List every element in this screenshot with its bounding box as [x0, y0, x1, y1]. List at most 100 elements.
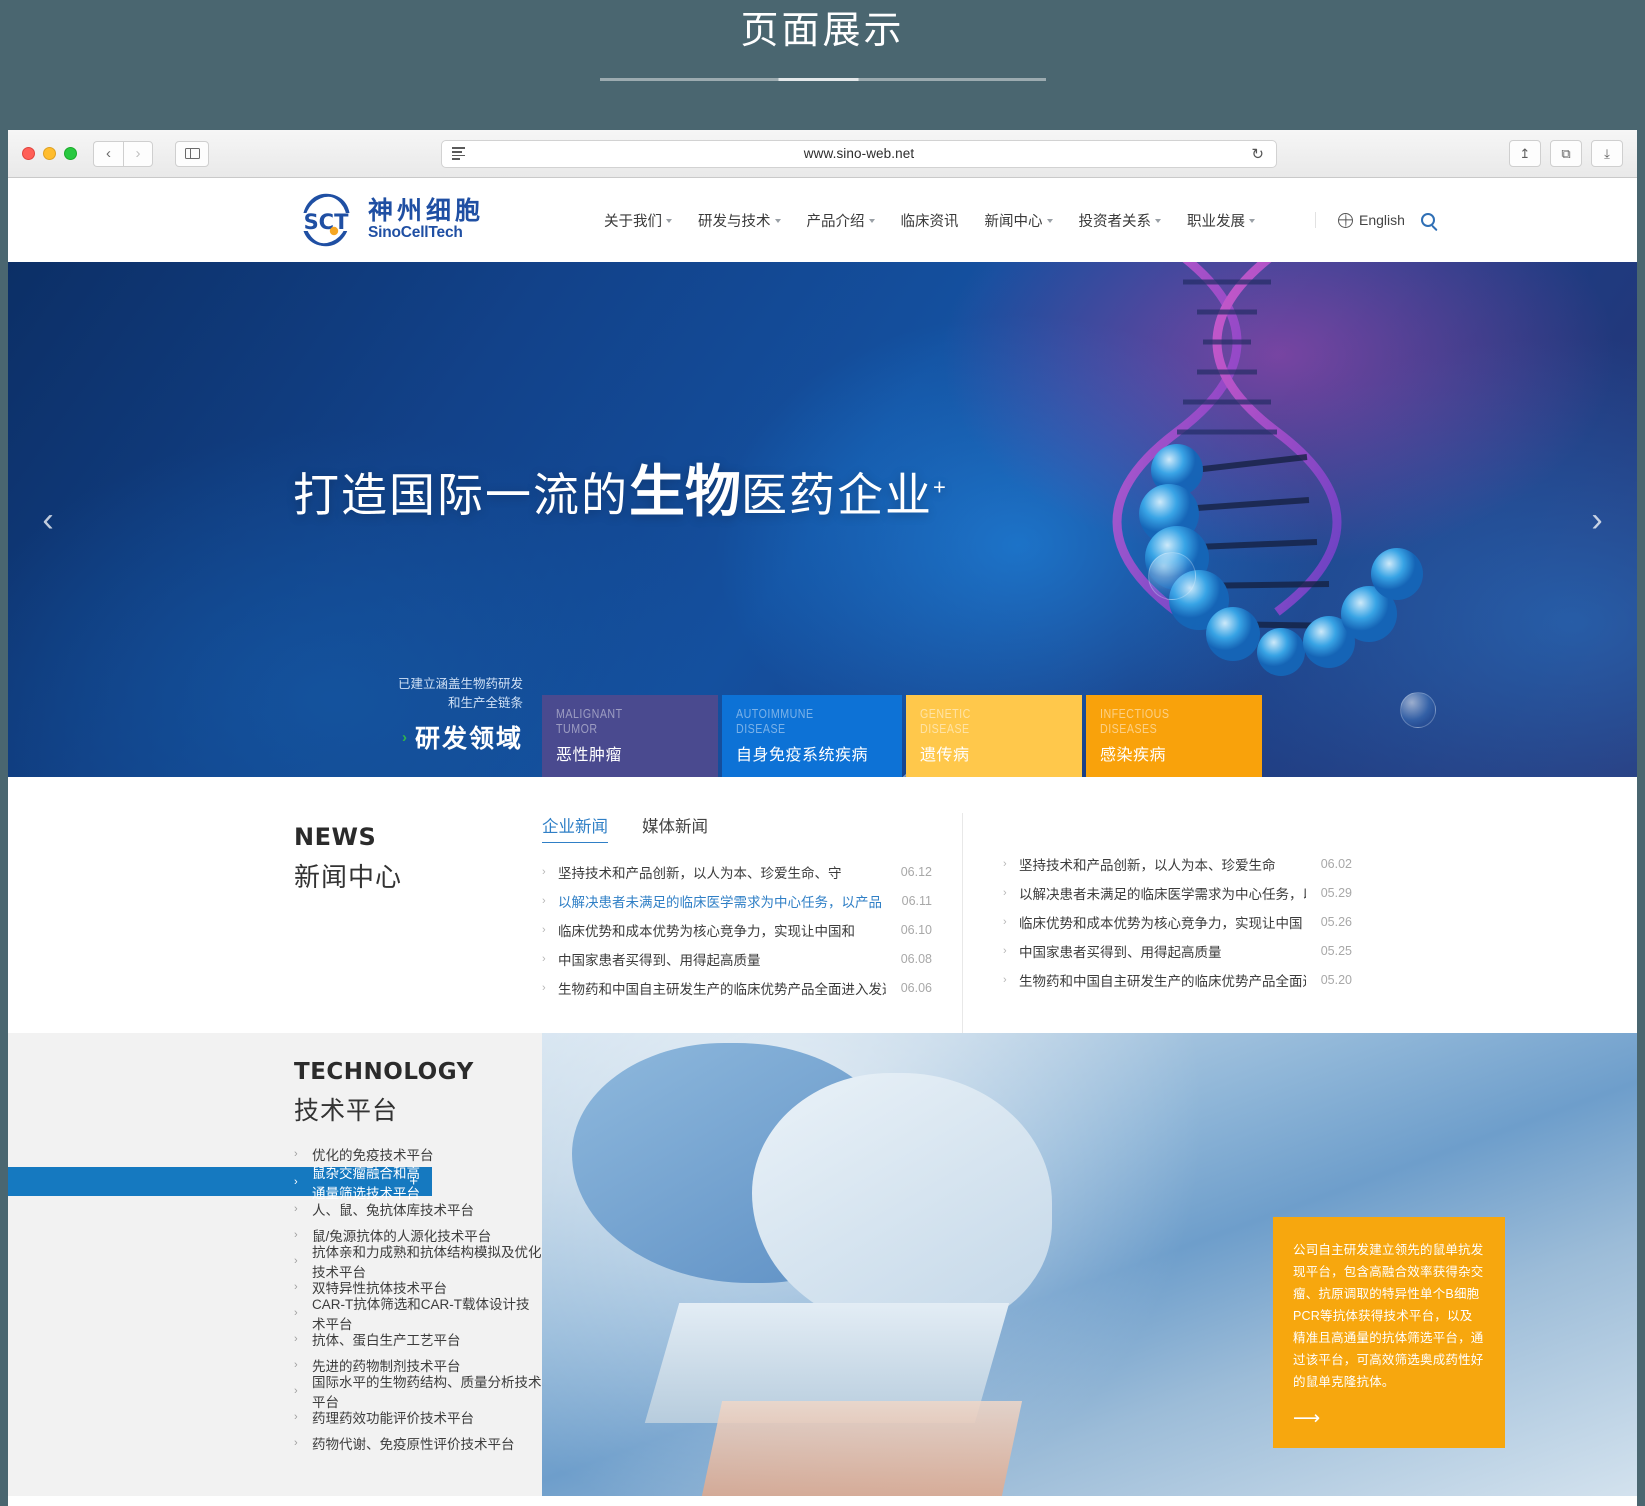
downloads-button[interactable]: ⤓ [1591, 140, 1623, 167]
technology-platform-list: › 优化的免疫技术平台 › 鼠杂交瘤融合和高通量筛选技术平台 + › 人、鼠、兔… [8, 1141, 542, 1456]
news-item-date: 06.10 [900, 922, 932, 937]
chevron-right-icon: › [294, 1281, 298, 1293]
hero-headline-strong: 生物 [629, 460, 741, 525]
tile-cn-label: 自身免疫系统疾病 [736, 747, 869, 764]
news-item-date: 05.25 [1320, 943, 1352, 958]
technology-callout-text: 公司自主研发建立领先的鼠单抗发现平台，包含高融合效率获得杂交瘤、抗原调取的特异性… [1293, 1243, 1484, 1389]
hero-prev-arrow[interactable]: ‹ [28, 503, 68, 537]
address-bar[interactable]: www.sino-web.net ↻ [441, 139, 1277, 168]
tile-en-line2: DISEASE [736, 721, 786, 736]
chevron-right-icon: › [1003, 857, 1007, 870]
reload-icon[interactable]: ↻ [1251, 145, 1264, 163]
chevron-down-icon [666, 219, 673, 223]
tab-media-news[interactable]: 媒体新闻 [642, 813, 708, 843]
tile-malignant-tumor[interactable]: MALIGNANT TUMOR 恶性肿瘤 [542, 695, 718, 777]
hero-next-arrow[interactable]: › [1577, 503, 1617, 537]
maximize-window-button[interactable] [64, 147, 77, 160]
main-navigation: 关于我们 研发与技术 产品介绍 临床资讯 新闻中心 投资者关系 职业发展 Eng… [604, 210, 1435, 231]
news-item[interactable]: › 坚持技术和产品创新，以人为本、珍爱生命、守 06.12 [542, 857, 932, 886]
tab-overview-button[interactable]: ⧉ [1550, 140, 1582, 167]
sidebar-toggle-button[interactable] [175, 140, 209, 167]
plus-icon[interactable]: + [409, 1173, 418, 1190]
news-item-title: 以解决患者未满足的临床医学需求为中心任务，以产 [1019, 886, 1306, 902]
technology-item-label: 药物代谢、免疫原性评价技术平台 [312, 1437, 515, 1452]
news-item[interactable]: › 以解决患者未满足的临床医学需求为中心任务，以产 05.29 [1003, 878, 1352, 907]
news-item-title: 生物药和中国自主研发生产的临床优势产品全面进入发 [1019, 973, 1306, 989]
chevron-right-icon: › [294, 1229, 298, 1241]
technology-callout: 公司自主研发建立领先的鼠单抗发现平台，包含高融合效率获得杂交瘤、抗原调取的特异性… [1273, 1217, 1505, 1448]
nav-label: 关于我们 [604, 213, 663, 230]
news-section: NEWS 新闻中心 企业新闻 媒体新闻 › 坚持技术和产品创新，以人为本、珍爱生… [8, 777, 1637, 1033]
news-item-title: 临床优势和成本优势为核心竞争力，实现让中国 [1019, 915, 1303, 931]
rd-field-link[interactable]: › 研发领域 [293, 719, 523, 755]
tile-cn-label: 遗传病 [920, 747, 970, 764]
technology-list-item[interactable]: › CAR-T抗体筛选和CAR-T载体设计技术平台 [284, 1297, 542, 1332]
news-item[interactable]: › 中国家患者买得到、用得起高质量 06.08 [542, 944, 932, 973]
tile-cn-label: 感染疾病 [1100, 747, 1167, 764]
reader-view-icon[interactable] [452, 147, 465, 160]
nav-item-about[interactable]: 关于我们 [604, 210, 673, 231]
language-switcher[interactable]: English [1338, 212, 1405, 228]
news-item-title: 坚持技术和产品创新，以人为本、珍爱生命 [1019, 857, 1276, 873]
chevron-down-icon [868, 219, 875, 223]
hero-headline-sup: + [933, 474, 948, 500]
arrow-right-icon[interactable]: ⟶ [1293, 1407, 1485, 1430]
technology-list-item[interactable]: › 抗体、蛋白生产工艺平台 [284, 1326, 542, 1352]
news-item[interactable]: › 生物药和中国自主研发生产的临床优势产品全面进入发达国 06.06 [542, 973, 932, 1002]
news-tabs: 企业新闻 媒体新闻 [542, 813, 932, 843]
minimize-window-button[interactable] [43, 147, 56, 160]
search-icon[interactable] [1420, 213, 1435, 227]
browser-toolbar: ‹ › www.sino-web.net ↻ ↥ ⧉ ⤓ [8, 130, 1637, 178]
back-button[interactable]: ‹ [93, 140, 123, 167]
tab-corporate-news[interactable]: 企业新闻 [542, 813, 608, 843]
technology-list-item[interactable]: › 药物代谢、免疫原性评价技术平台 [284, 1430, 542, 1456]
news-item[interactable]: › 生物药和中国自主研发生产的临床优势产品全面进入发 05.20 [1003, 965, 1352, 994]
technology-list-item[interactable]: › 药理药效功能评价技术平台 [284, 1404, 542, 1430]
technology-list-item-active[interactable]: › 鼠杂交瘤融合和高通量筛选技术平台 + [8, 1166, 432, 1201]
news-columns: 企业新闻 媒体新闻 › 坚持技术和产品创新，以人为本、珍爱生命、守 06.12 … [542, 813, 1637, 1033]
news-item[interactable]: › 中国家患者买得到、用得起高质量 05.25 [1003, 936, 1352, 965]
site-logo[interactable]: SCT 神州细胞 SinoCellTech [294, 193, 484, 247]
nav-label: 产品介绍 [806, 213, 865, 230]
nav-label: 投资者关系 [1078, 213, 1152, 230]
news-item[interactable]: › 临床优势和成本优势为核心竞争力，实现让中国和 06.10 [542, 915, 932, 944]
nav-item-news-center[interactable]: 新闻中心 [985, 210, 1053, 231]
toolbar-right-buttons: ↥ ⧉ ⤓ [1509, 140, 1623, 167]
technology-item-label: 抗体、蛋白生产工艺平台 [312, 1333, 461, 1348]
page-heading-area: 页面展示 [0, 0, 1645, 130]
technology-list-item[interactable]: › 人、鼠、兔抗体库技术平台 [284, 1196, 542, 1222]
technology-list-item[interactable]: › 国际水平的生物药结构、质量分析技术平台 [284, 1375, 542, 1410]
news-item[interactable]: › 坚持技术和产品创新，以人为本、珍爱生命 06.02 [1003, 849, 1352, 878]
technology-list-item[interactable]: › 抗体亲和力成熟和抗体结构模拟及优化技术平台 [284, 1245, 542, 1280]
close-window-button[interactable] [22, 147, 35, 160]
lab-coat-shape [752, 1073, 1052, 1333]
news-item-date: 05.20 [1320, 972, 1352, 987]
nav-item-clinical-info[interactable]: 临床资讯 [901, 210, 959, 231]
nav-item-careers[interactable]: 职业发展 [1187, 210, 1256, 231]
hero-bottom-bar: 已建立涵盖生物药研发 和生产全链条 › 研发领域 MALIGNANT TUMOR… [8, 677, 1637, 777]
tile-autoimmune-disease[interactable]: AUTOIMMUNE DISEASE 自身免疫系统疾病 [722, 695, 902, 777]
news-title-cn: 新闻中心 [294, 862, 403, 892]
nav-item-rd-technology[interactable]: 研发与技术 [698, 210, 781, 231]
page-title: 页面展示 [740, 10, 905, 52]
tile-genetic-disease[interactable]: GENETIC DISEASE 遗传病 [906, 695, 1082, 777]
technology-title-en: TECHNOLOGY [294, 1059, 474, 1085]
url-text: www.sino-web.net [803, 146, 915, 161]
news-item[interactable]: › 临床优势和成本优势为核心竞争力，实现让中国 05.26 [1003, 907, 1352, 936]
chevron-right-icon: › [294, 1307, 298, 1319]
tile-cn-label: 恶性肿瘤 [556, 747, 623, 764]
tile-infectious-diseases[interactable]: INFECTIOUS DISEASES 感染疾病 [1086, 695, 1262, 777]
technology-panel: TECHNOLOGY 技术平台 › 优化的免疫技术平台 › 鼠杂交瘤融合和高通量… [8, 1033, 542, 1496]
chevron-right-icon: › [294, 1175, 298, 1188]
rd-field-caption: 已建立涵盖生物药研发 和生产全链条 › 研发领域 [293, 675, 523, 755]
chevron-right-icon: › [294, 1255, 298, 1267]
nav-item-products[interactable]: 产品介绍 [807, 210, 875, 231]
hero-banner: 打造国际一流的生物医药企业+ ‹ › 已建立涵盖生物药研发 和生产全链条 › 研… [8, 262, 1637, 777]
sct-logo-icon: SCT [294, 193, 358, 247]
nav-item-investor-relations[interactable]: 投资者关系 [1079, 210, 1162, 231]
share-button[interactable]: ↥ [1509, 140, 1541, 167]
chevron-right-icon: › [542, 865, 546, 878]
tile-en-line2: TUMOR [556, 721, 598, 736]
forward-button[interactable]: › [123, 140, 153, 167]
news-item[interactable]: › 以解决患者未满足的临床医学需求为中心任务，以产品 06.11 [542, 886, 932, 915]
